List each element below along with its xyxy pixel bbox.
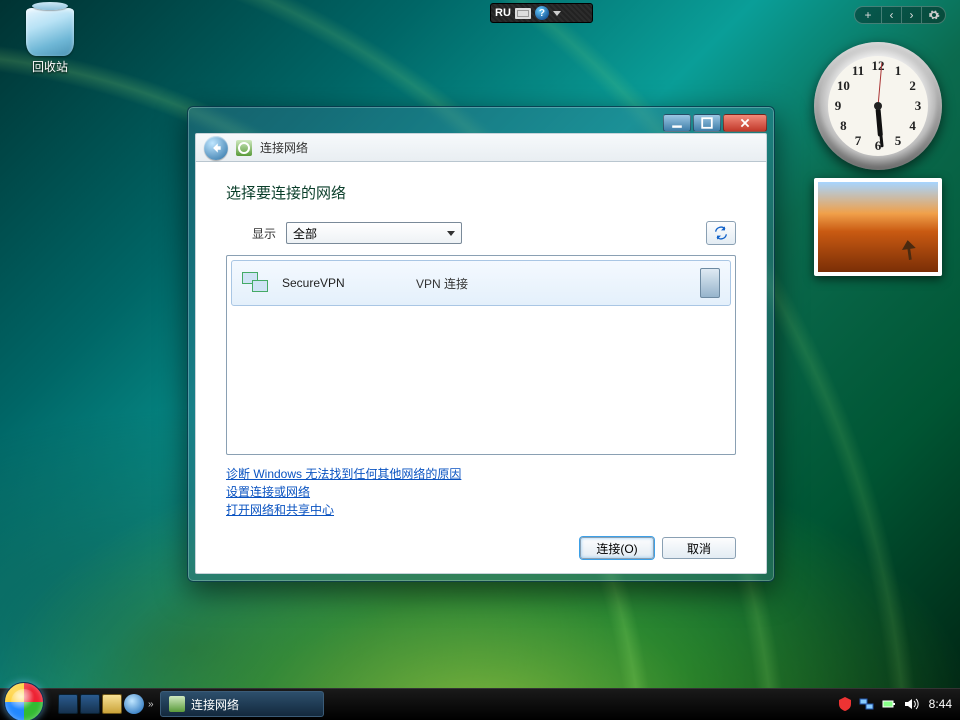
clock-numeral: 2 bbox=[909, 78, 916, 94]
quick-launch: » bbox=[52, 688, 160, 720]
back-button[interactable] bbox=[204, 136, 228, 160]
language-bar[interactable]: RU ? bbox=[490, 3, 593, 23]
show-label: 显示 bbox=[252, 225, 276, 242]
window-client-area: 选择要连接的网络 显示 全部 SecureVPN VPN 连接 诊断 Windo… bbox=[195, 162, 767, 574]
internet-explorer-icon[interactable] bbox=[124, 694, 144, 714]
recycle-bin[interactable]: 回收站 bbox=[18, 8, 82, 75]
start-button[interactable] bbox=[4, 682, 44, 720]
minimize-button[interactable] bbox=[663, 114, 691, 132]
show-dropdown-value: 全部 bbox=[293, 225, 317, 242]
connect-button[interactable]: 连接(O) bbox=[580, 537, 654, 559]
power-tray-icon[interactable] bbox=[881, 696, 897, 712]
language-indicator[interactable]: RU bbox=[495, 7, 511, 19]
network-icon bbox=[169, 696, 185, 712]
help-icon[interactable]: ? bbox=[535, 6, 549, 20]
clock-gadget[interactable]: 121234567891011 bbox=[814, 42, 942, 170]
close-button[interactable] bbox=[723, 114, 767, 132]
system-tray[interactable]: 8:44 bbox=[837, 688, 952, 720]
connect-network-window: 连接网络 选择要连接的网络 显示 全部 SecureVPN VPN 连接 诊断 … bbox=[187, 106, 775, 582]
clock-numeral: 4 bbox=[909, 118, 916, 134]
clock-numeral: 5 bbox=[895, 133, 902, 149]
network-type: VPN 连接 bbox=[416, 275, 686, 292]
show-desktop-icon[interactable] bbox=[58, 694, 78, 714]
connection-icon bbox=[242, 272, 268, 294]
chevron-down-icon[interactable] bbox=[553, 11, 561, 16]
clock-numeral: 3 bbox=[915, 98, 922, 114]
clock-numeral: 7 bbox=[855, 133, 862, 149]
refresh-icon bbox=[713, 225, 729, 241]
window-nav-title: 连接网络 bbox=[260, 139, 308, 156]
taskbar[interactable]: » 连接网络 8:44 bbox=[0, 688, 960, 720]
arrow-left-icon bbox=[209, 141, 223, 155]
sidebar-settings-button[interactable] bbox=[922, 6, 946, 24]
network-icon bbox=[236, 140, 252, 156]
setup-connection-link[interactable]: 设置连接或网络 bbox=[226, 485, 310, 499]
recycle-bin-icon bbox=[26, 8, 74, 56]
diagnose-link[interactable]: 诊断 Windows 无法找到任何其他网络的原因 bbox=[226, 467, 461, 481]
dialog-buttons: 连接(O) 取消 bbox=[226, 519, 736, 559]
volume-tray-icon[interactable] bbox=[903, 696, 919, 712]
quick-launch-overflow[interactable]: » bbox=[148, 699, 154, 710]
gear-icon bbox=[928, 9, 940, 21]
sidebar-next-button[interactable]: › bbox=[902, 6, 922, 24]
chevron-down-icon bbox=[447, 231, 455, 236]
clock-numeral: 8 bbox=[840, 118, 847, 134]
keyboard-icon[interactable] bbox=[515, 8, 531, 19]
window-nav-strip: 连接网络 bbox=[195, 133, 767, 162]
security-icon[interactable] bbox=[837, 696, 853, 712]
network-list[interactable]: SecureVPN VPN 连接 bbox=[226, 255, 736, 455]
sidebar-add-button[interactable]: + bbox=[854, 6, 882, 24]
network-name: SecureVPN bbox=[282, 276, 402, 290]
taskbar-task-connect-network[interactable]: 连接网络 bbox=[160, 691, 324, 717]
sidebar-prev-button[interactable]: ‹ bbox=[882, 6, 902, 24]
clock-numeral: 1 bbox=[895, 63, 902, 79]
task-label: 连接网络 bbox=[191, 696, 239, 713]
refresh-button[interactable] bbox=[706, 221, 736, 245]
window-titlebar[interactable] bbox=[195, 114, 767, 133]
show-dropdown[interactable]: 全部 bbox=[286, 222, 462, 244]
clock-numeral: 10 bbox=[837, 78, 850, 94]
network-tray-icon[interactable] bbox=[859, 696, 875, 712]
sidebar-controls: + ‹ › bbox=[854, 6, 946, 24]
recycle-bin-label: 回收站 bbox=[18, 58, 82, 75]
open-network-center-link[interactable]: 打开网络和共享中心 bbox=[226, 503, 334, 517]
explorer-icon[interactable] bbox=[102, 694, 122, 714]
maximize-button[interactable] bbox=[693, 114, 721, 132]
clock-numeral: 9 bbox=[835, 98, 842, 114]
page-heading: 选择要连接的网络 bbox=[226, 182, 736, 203]
network-row[interactable]: SecureVPN VPN 连接 bbox=[231, 260, 731, 306]
server-icon bbox=[700, 268, 720, 298]
switch-windows-icon[interactable] bbox=[80, 694, 100, 714]
clock-pin bbox=[874, 102, 882, 110]
cancel-button[interactable]: 取消 bbox=[662, 537, 736, 559]
clock-numeral: 12 bbox=[872, 58, 885, 74]
tray-clock[interactable]: 8:44 bbox=[929, 697, 952, 711]
help-links: 诊断 Windows 无法找到任何其他网络的原因 设置连接或网络 打开网络和共享… bbox=[226, 465, 736, 519]
filter-row: 显示 全部 bbox=[226, 221, 736, 245]
clock-numeral: 11 bbox=[852, 63, 864, 79]
slideshow-gadget[interactable] bbox=[814, 178, 942, 276]
